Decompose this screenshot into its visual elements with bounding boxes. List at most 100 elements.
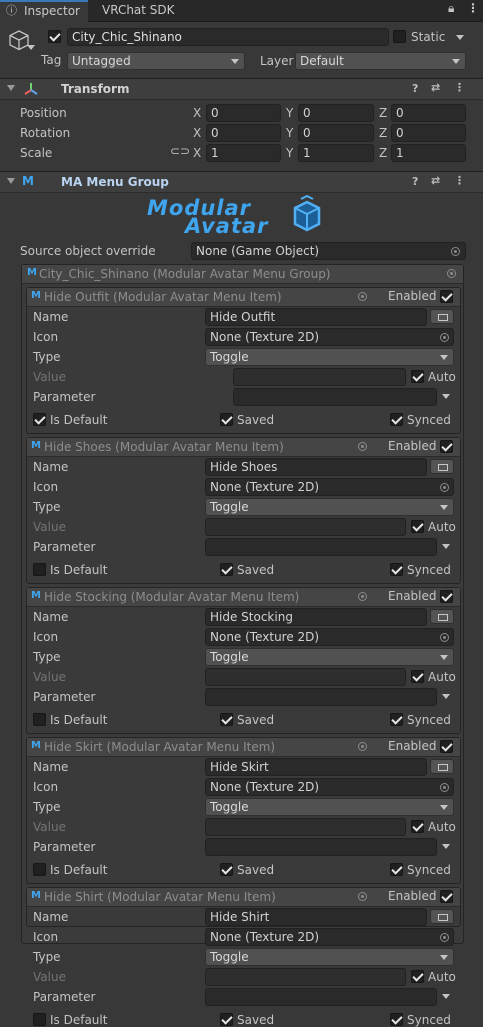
auto-checkbox[interactable] [411,370,424,383]
rotation-y-input[interactable]: 0 [298,124,374,142]
gameobject-active-checkbox[interactable] [48,30,61,43]
axis-z-label[interactable]: Z [379,106,387,120]
rename-button[interactable] [430,759,454,774]
object-picker-icon[interactable] [440,933,449,942]
is-default-checkbox[interactable] [33,863,46,876]
is-default-checkbox[interactable] [33,713,46,726]
is-default-checkbox[interactable] [33,413,46,426]
rename-button[interactable] [430,459,454,474]
object-picker-icon[interactable] [440,483,449,492]
transform-header[interactable]: Transform ? ⇄ ⋮ [0,78,483,100]
scale-z-input[interactable]: 1 [391,144,466,162]
rename-button[interactable] [430,309,454,324]
position-y-input[interactable]: 0 [298,104,374,122]
ma-menu-group-header[interactable]: M MA Menu Group ? ⇄ ⋮ [0,171,483,193]
scale-x-input[interactable]: 1 [206,144,281,162]
synced-checkbox[interactable] [390,563,403,576]
context-menu-icon[interactable]: ⋮ [454,81,465,94]
position-z-input[interactable]: 0 [391,104,466,122]
axis-z-label[interactable]: Z [379,146,387,160]
axis-y-label[interactable]: Y [286,146,293,160]
parameter-input[interactable] [205,688,437,706]
saved-checkbox[interactable] [220,563,233,576]
parameter-input[interactable] [233,388,437,406]
object-picker-icon[interactable] [358,442,367,451]
saved-checkbox[interactable] [220,413,233,426]
object-picker-icon[interactable] [440,633,449,642]
saved-checkbox[interactable] [220,713,233,726]
context-menu-icon[interactable]: ⋮ [454,174,465,187]
axis-x-label[interactable]: X [193,126,201,140]
object-picker-icon[interactable] [440,333,449,342]
saved-checkbox[interactable] [220,1013,233,1026]
rename-button[interactable] [430,609,454,624]
object-picker-icon[interactable] [358,742,367,751]
parameter-dropdown-icon[interactable] [442,694,450,699]
enabled-checkbox[interactable] [440,290,453,303]
parameter-input[interactable] [205,988,437,1006]
static-dropdown-icon[interactable] [456,35,464,40]
kebab-menu-icon[interactable]: ⋮ [467,1,479,15]
axis-x-label[interactable]: X [193,146,201,160]
icon-texture-field[interactable]: None (Texture 2D) [205,628,454,646]
icon-texture-field[interactable]: None (Texture 2D) [205,478,454,496]
help-icon[interactable]: ? [412,175,418,188]
synced-checkbox[interactable] [390,413,403,426]
type-dropdown[interactable]: Toggle [205,648,454,666]
is-default-checkbox[interactable] [33,1013,46,1026]
auto-checkbox[interactable] [411,520,424,533]
enabled-checkbox[interactable] [440,440,453,453]
axis-y-label[interactable]: Y [286,106,293,120]
parameter-dropdown-icon[interactable] [442,844,450,849]
object-picker-icon[interactable] [451,247,460,256]
lock-icon[interactable]: 🔒︎ [448,1,454,16]
menu-item-name-input[interactable]: Hide Outfit [205,308,427,326]
type-dropdown[interactable]: Toggle [205,798,454,816]
help-icon[interactable]: ? [412,82,418,95]
object-picker-icon[interactable] [440,783,449,792]
position-x-input[interactable]: 0 [206,104,281,122]
auto-checkbox[interactable] [411,820,424,833]
object-picker-icon[interactable] [358,892,367,901]
rename-button[interactable] [430,909,454,924]
enabled-checkbox[interactable] [440,590,453,603]
auto-checkbox[interactable] [411,970,424,983]
tab-inspector[interactable]: ⓘ Inspector [0,0,88,22]
rotation-z-input[interactable]: 0 [391,124,466,142]
axis-y-label[interactable]: Y [286,126,293,140]
gameobject-name-input[interactable]: City_Chic_Shinano [67,28,389,46]
static-checkbox[interactable] [393,30,406,43]
link-icon[interactable]: ⊂⊃ [170,144,190,158]
layer-dropdown[interactable]: Default [295,52,466,70]
object-picker-icon[interactable] [447,269,456,278]
object-picker-icon[interactable] [358,592,367,601]
presets-icon[interactable]: ⇄ [431,81,440,94]
axis-z-label[interactable]: Z [379,126,387,140]
type-dropdown[interactable]: Toggle [205,498,454,516]
synced-checkbox[interactable] [390,1013,403,1026]
scale-y-input[interactable]: 1 [298,144,374,162]
parameter-dropdown-icon[interactable] [442,544,450,549]
enabled-checkbox[interactable] [440,740,453,753]
rotation-x-input[interactable]: 0 [206,124,281,142]
axis-x-label[interactable]: X [193,106,201,120]
type-dropdown[interactable]: Toggle [205,948,454,966]
synced-checkbox[interactable] [390,863,403,876]
parameter-input[interactable] [205,538,437,556]
menu-item-name-input[interactable]: Hide Stocking [205,608,427,626]
type-dropdown[interactable]: Toggle [205,348,454,366]
tab-vrchat-sdk[interactable]: VRChat SDK [90,0,180,21]
auto-checkbox[interactable] [411,670,424,683]
parameter-dropdown-icon[interactable] [442,394,450,399]
parameter-dropdown-icon[interactable] [442,994,450,999]
menu-item-name-input[interactable]: Hide Skirt [205,758,427,776]
synced-checkbox[interactable] [390,713,403,726]
foldout-icon[interactable] [7,178,15,184]
object-picker-icon[interactable] [358,292,367,301]
menu-item-name-input[interactable]: Hide Shirt [205,908,427,926]
presets-icon[interactable]: ⇄ [431,174,440,187]
gameobject-icon-dropdown[interactable] [27,45,35,50]
foldout-icon[interactable] [7,85,15,91]
parameter-input[interactable] [205,838,437,856]
icon-texture-field[interactable]: None (Texture 2D) [205,328,454,346]
